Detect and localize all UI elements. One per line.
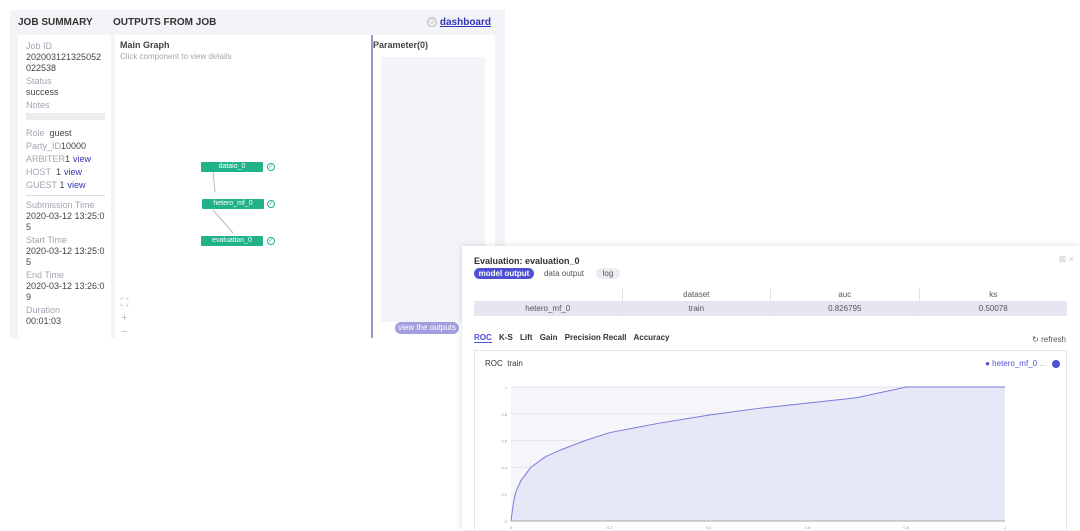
graph-edges — [212, 170, 234, 234]
job-id-label: Job ID — [26, 41, 53, 51]
refresh-label: refresh — [1041, 335, 1066, 344]
job-detail-window: JOB SUMMARY OUTPUTS FROM JOB ◷ dashboard… — [10, 10, 505, 338]
host-label: HOST — [26, 167, 52, 177]
duration-value: 00:01:03 — [26, 316, 62, 326]
parameter-title: Parameter(0) — [373, 40, 429, 50]
job-summary-header: JOB SUMMARY — [18, 17, 93, 28]
tab-lift[interactable]: Lift — [520, 333, 532, 342]
x-tick-label: 0.6 — [805, 525, 811, 530]
y-tick-label: 0.6 — [501, 439, 507, 444]
tab-accuracy[interactable]: Accuracy — [633, 333, 669, 342]
end-time-value-cont: 9 — [26, 292, 32, 302]
chart-legend[interactable]: ● hetero_mf_0 ... — [985, 359, 1060, 368]
fit-view-icon[interactable]: ⛶ — [120, 298, 129, 309]
hetero-mf-success-icon: ✓ — [267, 200, 275, 208]
tab-log[interactable]: log — [596, 268, 620, 279]
y-tick-label: 0 — [505, 519, 508, 524]
submission-time-value-cont: 5 — [26, 222, 32, 232]
refresh-button[interactable]: ↻ refresh — [1032, 335, 1066, 344]
table-header — [474, 288, 623, 301]
x-tick-label: 0 — [510, 525, 513, 530]
zoom-in-icon[interactable]: + — [120, 313, 129, 324]
chart-title: ROC train — [485, 359, 523, 368]
x-tick-label: 0.4 — [706, 525, 712, 530]
table-cell: train — [623, 302, 771, 316]
curve-tabs: ROC K-S Lift Gain Precision Recall Accur… — [474, 333, 675, 343]
arbiter-count: 1 — [65, 154, 71, 164]
table-cell: hetero_mf_0 — [474, 302, 623, 316]
roc-chart-panel: ROC train ● hetero_mf_0 ... 0 0.2 0.4 0.6 0.… — [474, 350, 1067, 530]
node-evaluation[interactable]: evaluation_0 — [201, 236, 263, 246]
outputs-header: OUTPUTS FROM JOB — [113, 17, 217, 28]
status-value: success — [26, 87, 59, 97]
x-tick-label: 0.8 — [903, 525, 909, 530]
host-count: 1 — [56, 167, 62, 177]
notes-field[interactable] — [26, 113, 105, 120]
party-id-label: Party_ID — [26, 141, 62, 151]
divider — [26, 195, 105, 196]
chart-title-text: ROC — [485, 359, 503, 368]
y-tick-label: 0.2 — [501, 492, 507, 497]
status-label: Status — [26, 76, 52, 86]
y-tick-label: 1 — [505, 385, 508, 390]
metrics-table: dataset auc ks hetero_mf_0 train 0.82679… — [474, 288, 1067, 316]
party-id-value: 10000 — [61, 141, 87, 151]
tab-model-output[interactable]: model output — [474, 268, 534, 279]
job-id-value-cont: 022538 — [26, 63, 57, 73]
guest-view-link[interactable]: view — [68, 180, 86, 190]
legend-more: ... — [1039, 359, 1046, 368]
table-row[interactable]: hetero_mf_0 train 0.826795 0.50078 — [474, 302, 1067, 316]
table-header: auc — [771, 288, 920, 301]
tab-data-output[interactable]: data output — [538, 268, 590, 279]
dashboard-icon: ◷ — [427, 17, 437, 27]
evaluation-window: Evaluation: evaluation_0 ⊠ × model outpu… — [462, 246, 1080, 530]
evaluation-title: Evaluation: evaluation_0 — [474, 256, 580, 266]
roc-chart: 0 0.2 0.4 0.6 0.8 1 0 0.2 0.4 0.6 0.8 1 — [501, 385, 1007, 530]
table-header-row: dataset auc ks — [474, 288, 1067, 302]
evaluation-success-icon: ✓ — [267, 237, 275, 245]
arbiter-label: ARBITER — [26, 154, 66, 164]
role-value: guest — [49, 128, 72, 138]
submission-time-value: 2020-03-12 13:25:0 — [26, 211, 105, 221]
end-time-label: End Time — [26, 270, 65, 280]
legend-toggle-icon[interactable] — [1052, 359, 1060, 368]
view-outputs-button[interactable]: view the outputs — [395, 322, 459, 334]
tab-roc[interactable]: ROC — [474, 333, 492, 343]
x-tick-label: 1 — [1004, 525, 1007, 530]
zoom-out-icon[interactable]: − — [120, 327, 129, 338]
y-tick-label: 0.4 — [501, 465, 507, 470]
x-tick-label: 0.2 — [607, 525, 613, 530]
duration-label: Duration — [26, 305, 61, 315]
table-cell: 0.50078 — [978, 304, 1008, 313]
guest-count: 1 — [59, 180, 65, 190]
submission-time-label: Submission Time — [26, 200, 95, 210]
start-time-label: Start Time — [26, 235, 68, 245]
node-dataio[interactable]: dataio_0 — [201, 162, 263, 172]
end-time-value: 2020-03-12 13:26:0 — [26, 281, 105, 291]
guest-label: GUEST — [26, 180, 58, 190]
refresh-icon: ↻ — [1032, 335, 1039, 344]
notes-label: Notes — [26, 100, 50, 110]
tab-precision-recall[interactable]: Precision Recall — [565, 333, 627, 342]
close-icon[interactable]: ⊠ × — [1059, 254, 1074, 265]
main-graph-panel: Main Graph Click component to view detai… — [115, 35, 371, 338]
dataio-success-icon: ✓ — [267, 163, 275, 171]
job-id-value: 202003121325052 — [26, 52, 102, 62]
y-tick-label: 0.8 — [501, 412, 507, 417]
role-label: Role — [26, 128, 45, 138]
table-header: ks — [989, 290, 998, 299]
tab-ks[interactable]: K-S — [499, 333, 513, 342]
node-hetero-mf[interactable]: hetero_mf_0 — [202, 199, 264, 209]
start-time-value-cont: 5 — [26, 257, 32, 267]
host-view-link[interactable]: view — [64, 167, 82, 177]
tab-gain[interactable]: Gain — [540, 333, 558, 342]
table-cell: 0.826795 — [771, 302, 920, 316]
legend-series-label: hetero_mf_0 — [992, 359, 1038, 368]
arbiter-view-link[interactable]: view — [73, 154, 91, 164]
start-time-value: 2020-03-12 13:25:0 — [26, 246, 105, 256]
table-header: dataset — [623, 288, 771, 301]
job-summary-panel: Job ID 202003121325052 022538 Status suc… — [18, 35, 111, 338]
dashboard-link[interactable]: dashboard — [440, 17, 491, 28]
chart-subtitle: train — [507, 359, 523, 368]
